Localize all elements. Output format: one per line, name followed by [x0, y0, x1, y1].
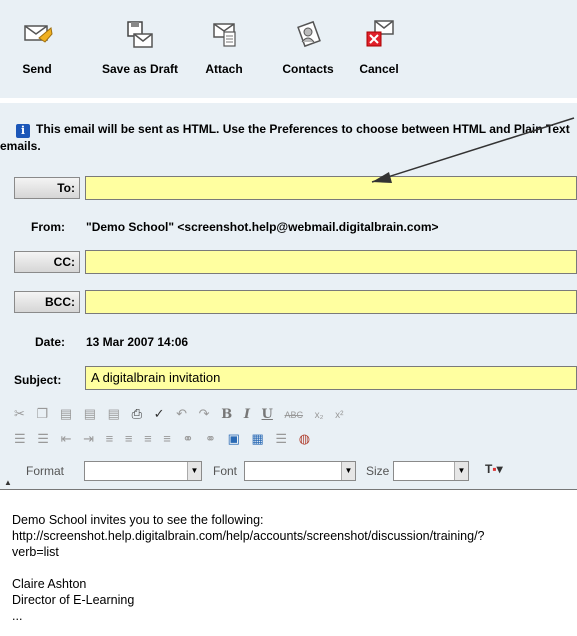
- message-ellipsis: ...: [12, 609, 23, 623]
- message-link: http://screenshot.help.digitalbrain.com/…: [12, 529, 485, 543]
- attach-button[interactable]: Attach: [200, 18, 248, 76]
- rich-text-toolbar: ✂ ❐ ▤ ▤ ▤ ⎙ ✓ ↶ ↷ B I U ABC x₂ x² ☰ ☰ ⇤ …: [0, 398, 577, 490]
- date-value: 13 Mar 2007 14:06: [86, 335, 189, 349]
- signature-title: Director of E-Learning: [12, 593, 135, 607]
- subject-row: Subject: A digitalbrain invitation: [0, 361, 577, 398]
- size-select[interactable]: ▼: [393, 461, 469, 481]
- paste-text-icon[interactable]: ▤: [84, 406, 96, 422]
- bcc-row: BCC:: [0, 283, 577, 323]
- chevron-down-icon: ▼: [454, 462, 468, 480]
- bcc-field[interactable]: [85, 290, 577, 314]
- special-char-icon[interactable]: ◍: [299, 431, 310, 447]
- from-row: From: "Demo School" <screenshot.help@web…: [0, 208, 577, 245]
- chevron-down-icon: ▼: [187, 462, 201, 480]
- unlink-icon[interactable]: ⚭: [205, 431, 216, 447]
- spellcheck-icon[interactable]: ✓: [154, 406, 165, 422]
- to-button[interactable]: To:: [14, 177, 80, 199]
- copy-icon[interactable]: ❐: [37, 406, 49, 422]
- cancel-label: Cancel: [359, 62, 399, 76]
- message-line: Demo School invites you to see the follo…: [12, 513, 264, 527]
- horizontal-rule-icon[interactable]: ☰: [275, 431, 287, 447]
- text-color-icon[interactable]: T▪▾: [485, 462, 503, 476]
- contacts-icon: [297, 20, 321, 48]
- undo-icon[interactable]: ↶: [176, 406, 187, 422]
- numbered-list-icon[interactable]: ☰: [14, 431, 26, 447]
- cc-row: CC:: [0, 245, 577, 283]
- cut-icon[interactable]: ✂: [14, 406, 25, 422]
- size-label: Size: [366, 464, 390, 478]
- subject-field[interactable]: A digitalbrain invitation: [85, 366, 577, 390]
- redo-icon[interactable]: ↷: [199, 406, 210, 422]
- image-icon[interactable]: ▣: [228, 431, 240, 447]
- print-icon[interactable]: ⎙: [132, 406, 142, 422]
- format-label: Format: [26, 464, 65, 478]
- date-row: Date: 13 Mar 2007 14:06: [0, 323, 577, 361]
- email-toolbar: Send Save as Draft Attach Contacts Cance…: [0, 0, 577, 98]
- font-label: Font: [213, 464, 238, 478]
- cc-button[interactable]: CC:: [14, 251, 80, 273]
- to-row: To:: [0, 170, 577, 208]
- bcc-button[interactable]: BCC:: [14, 291, 80, 313]
- format-select[interactable]: ▼: [84, 461, 202, 481]
- toolbar-row-1: ✂ ❐ ▤ ▤ ▤ ⎙ ✓ ↶ ↷ B I U ABC x₂ x²: [14, 406, 352, 428]
- font-select[interactable]: ▼: [244, 461, 356, 481]
- date-label: Date:: [35, 335, 66, 349]
- contacts-label: Contacts: [282, 62, 334, 76]
- bulleted-list-icon[interactable]: ☰: [37, 431, 49, 447]
- subject-label: Subject:: [14, 373, 62, 387]
- contacts-button[interactable]: Contacts: [278, 18, 338, 76]
- cancel-button[interactable]: Cancel: [356, 18, 402, 76]
- save-draft-icon: [127, 21, 153, 48]
- outdent-icon[interactable]: ⇤: [61, 431, 72, 447]
- align-right-icon[interactable]: ≡: [144, 431, 152, 446]
- bold-button[interactable]: B: [221, 407, 232, 422]
- message-body[interactable]: Demo School invites you to see the follo…: [12, 512, 577, 624]
- align-center-icon[interactable]: ≡: [125, 431, 133, 446]
- paste-word-icon[interactable]: ▤: [108, 406, 120, 422]
- send-button[interactable]: Send: [14, 18, 60, 76]
- attach-label: Attach: [205, 62, 243, 76]
- justify-icon[interactable]: ≡: [163, 431, 171, 446]
- italic-button[interactable]: I: [244, 407, 250, 422]
- attach-icon: [213, 23, 236, 47]
- to-field[interactable]: [85, 176, 577, 200]
- save-as-draft-label: Save as Draft: [101, 62, 179, 76]
- from-label: From:: [31, 220, 65, 234]
- save-as-draft-button[interactable]: Save as Draft: [92, 18, 188, 76]
- send-icon: [24, 25, 53, 43]
- info-icon: i: [16, 124, 30, 138]
- toolbar-row-2: ☰ ☰ ⇤ ⇥ ≡ ≡ ≡ ≡ ⚭ ⚭ ▣ ▦ ☰ ◍: [14, 431, 318, 453]
- subscript-icon[interactable]: x₂: [315, 410, 324, 421]
- underline-button[interactable]: U: [262, 407, 273, 422]
- html-info-banner: i This email will be sent as HTML. Use th…: [0, 98, 577, 170]
- align-left-icon[interactable]: ≡: [106, 431, 114, 446]
- paste-icon[interactable]: ▤: [60, 406, 72, 422]
- link-icon[interactable]: ⚭: [183, 431, 194, 447]
- chevron-down-icon: ▼: [341, 462, 355, 480]
- message-line: verb=list: [12, 545, 59, 559]
- indent-icon[interactable]: ⇥: [83, 431, 94, 447]
- resize-handle-icon[interactable]: ▲: [4, 478, 12, 487]
- signature-name: Claire Ashton: [12, 577, 87, 591]
- strikethrough-button[interactable]: ABC: [285, 410, 304, 420]
- send-label: Send: [22, 62, 52, 76]
- superscript-icon[interactable]: x²: [335, 410, 343, 421]
- table-icon[interactable]: ▦: [251, 431, 263, 447]
- cc-field[interactable]: [85, 250, 577, 274]
- cancel-icon: [366, 20, 394, 47]
- info-message-text: This email will be sent as HTML. Use the…: [0, 122, 570, 153]
- from-value: "Demo School" <screenshot.help@webmail.d…: [86, 220, 439, 234]
- info-message: i This email will be sent as HTML. Use th…: [0, 121, 577, 154]
